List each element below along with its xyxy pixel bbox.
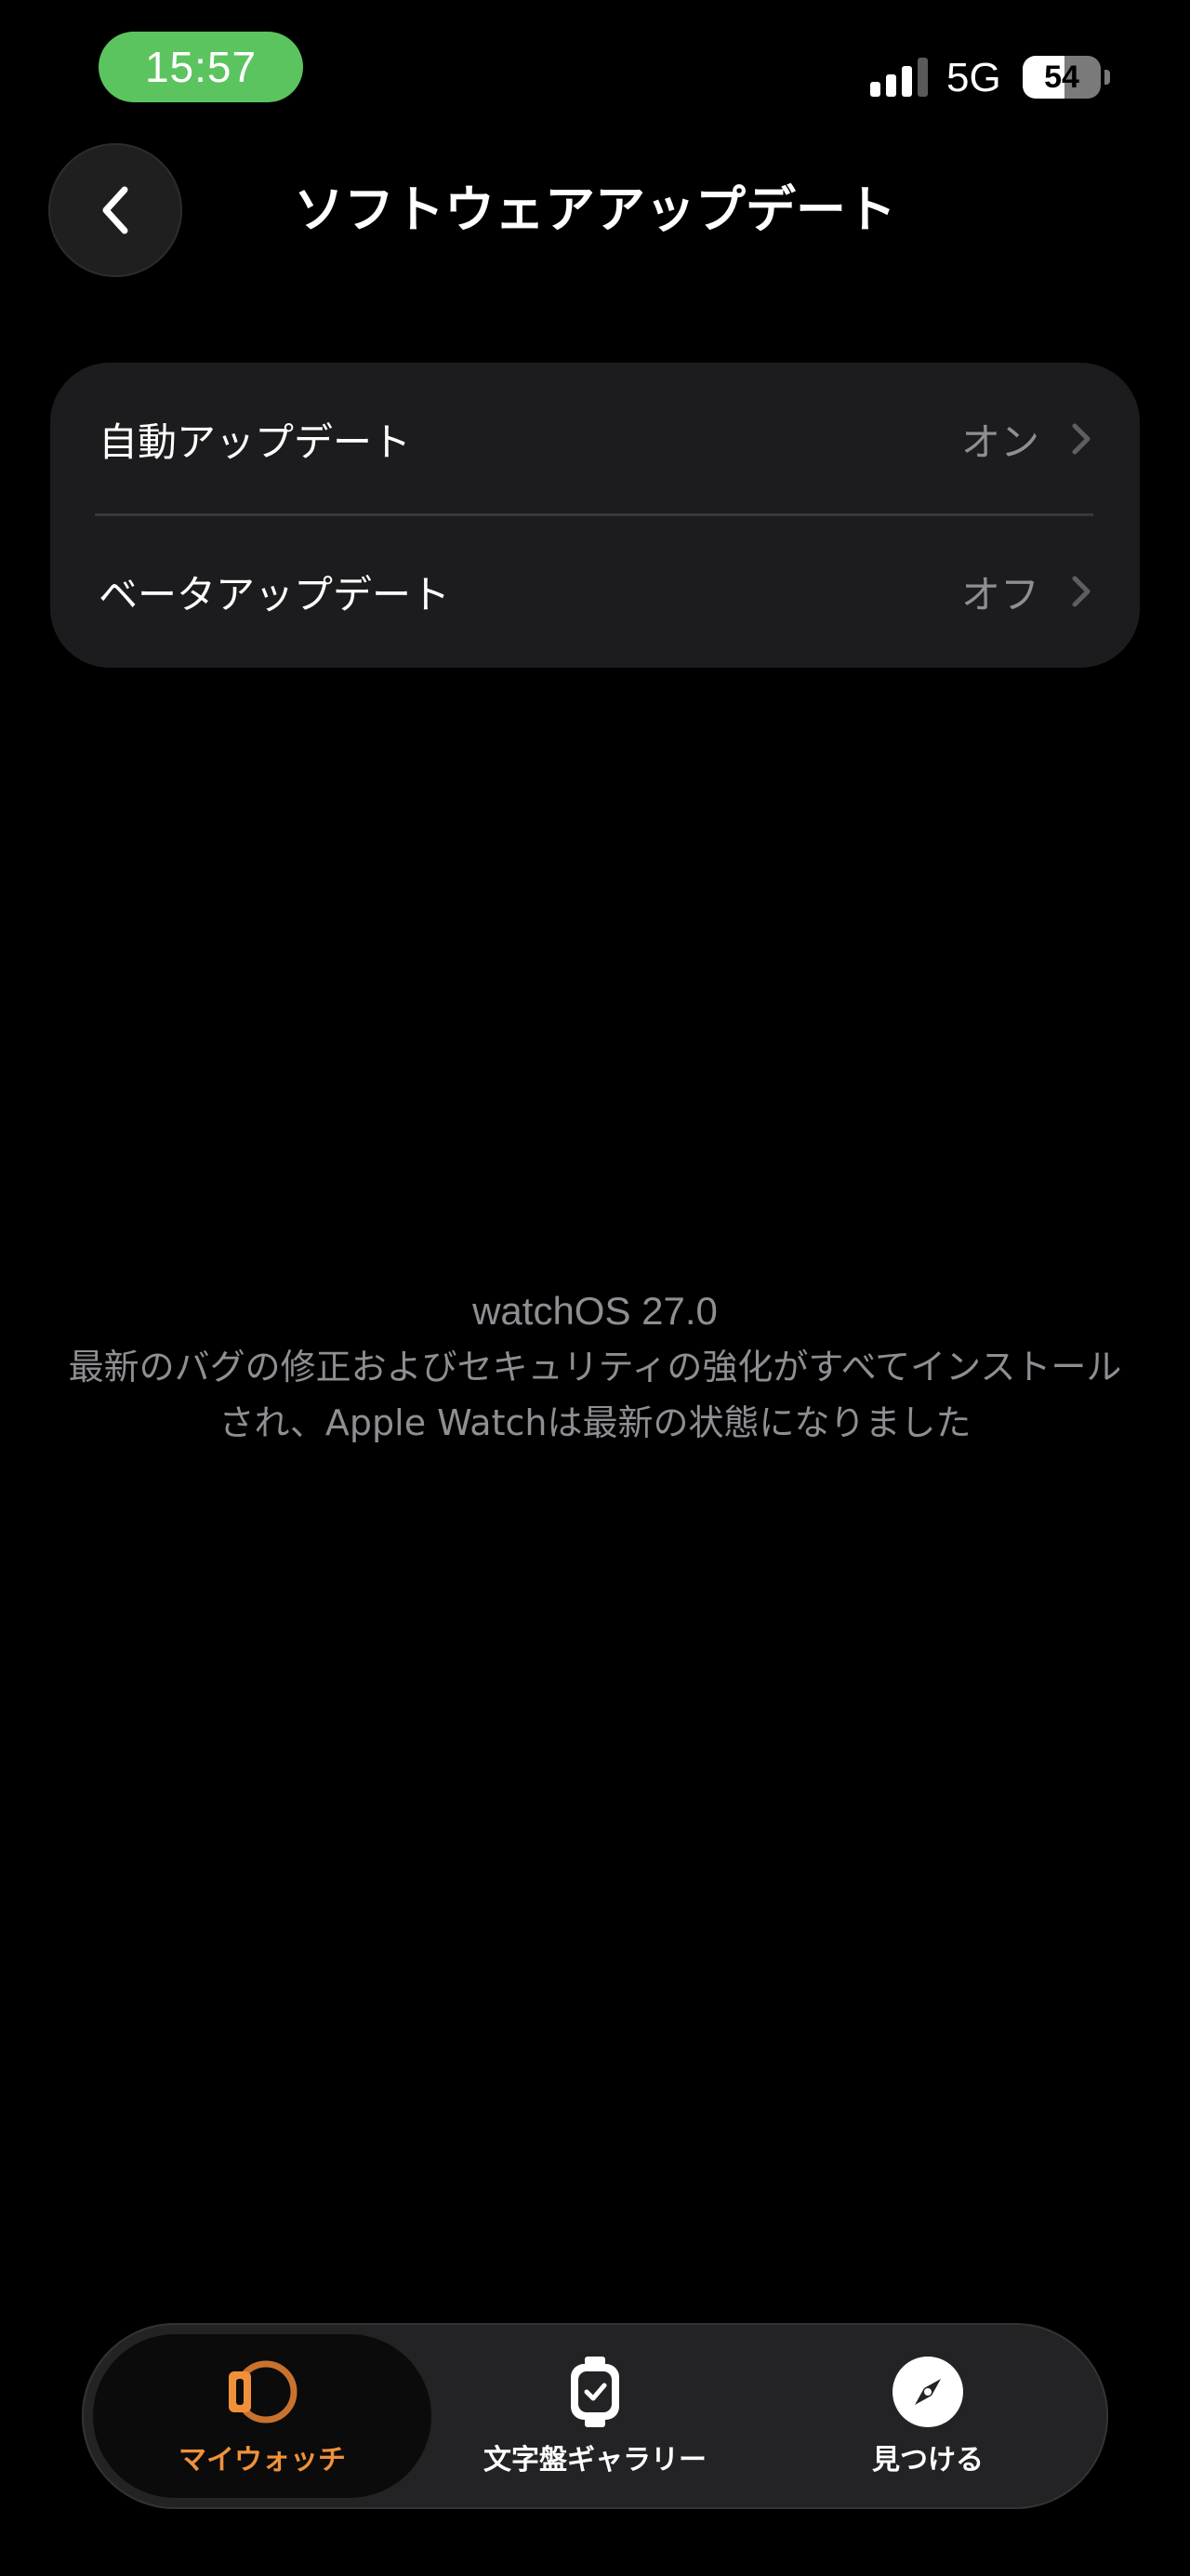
auto-update-value: オン [960,418,1039,465]
beta-update-label: ベータアップデート [99,571,451,617]
beta-update-value: オフ [960,571,1039,617]
chevron-left-icon [102,186,128,234]
update-status-info: watchOS 27.0 最新のバグの修正およびセキュリティの強化がすべてインス… [19,1283,1171,1451]
watch-icon [225,2355,299,2429]
watch-face-icon [558,2355,632,2429]
page-title: ソフトウェアアップデート [294,180,896,239]
tab-face-gallery[interactable]: 文字盤ギャラリー [431,2334,759,2498]
chevron-right-icon [1072,576,1091,607]
tab-discover[interactable]: 見つける [759,2334,1097,2498]
network-type: 5G [946,55,1001,100]
compass-icon [891,2355,965,2429]
update-description-line-2: され、Apple Watchは最新の状態になりました [218,1402,972,1443]
auto-update-label: 自動アップデート [99,418,412,465]
beta-update-row[interactable]: ベータアップデート オフ [50,515,1140,668]
auto-update-row[interactable]: 自動アップデート オン [50,363,1140,515]
battery-icon: 54 [1023,56,1110,100]
settings-card: 自動アップデート オン ベータアップデート オフ [50,363,1140,668]
battery-percentage: 54 [1044,59,1079,95]
update-description-line-1: 最新のバグの修正およびセキュリティの強化がすべてインストール [68,1347,1122,1388]
cellular-signal-icon [870,58,928,97]
tab-bar: マイウォッチ 文字盤ギャラリー 見つける [82,2323,1108,2509]
tab-my-watch[interactable]: マイウォッチ [93,2334,431,2498]
chevron-right-icon [1072,423,1091,455]
back-button[interactable] [48,143,182,277]
tab-label: 文字盤ギャラリー [483,2444,707,2476]
status-time: 15:57 [99,32,303,102]
tab-label: 見つける [872,2444,984,2476]
os-version: watchOS 27.0 [472,1289,718,1333]
tab-label: マイウォッチ [178,2444,346,2476]
